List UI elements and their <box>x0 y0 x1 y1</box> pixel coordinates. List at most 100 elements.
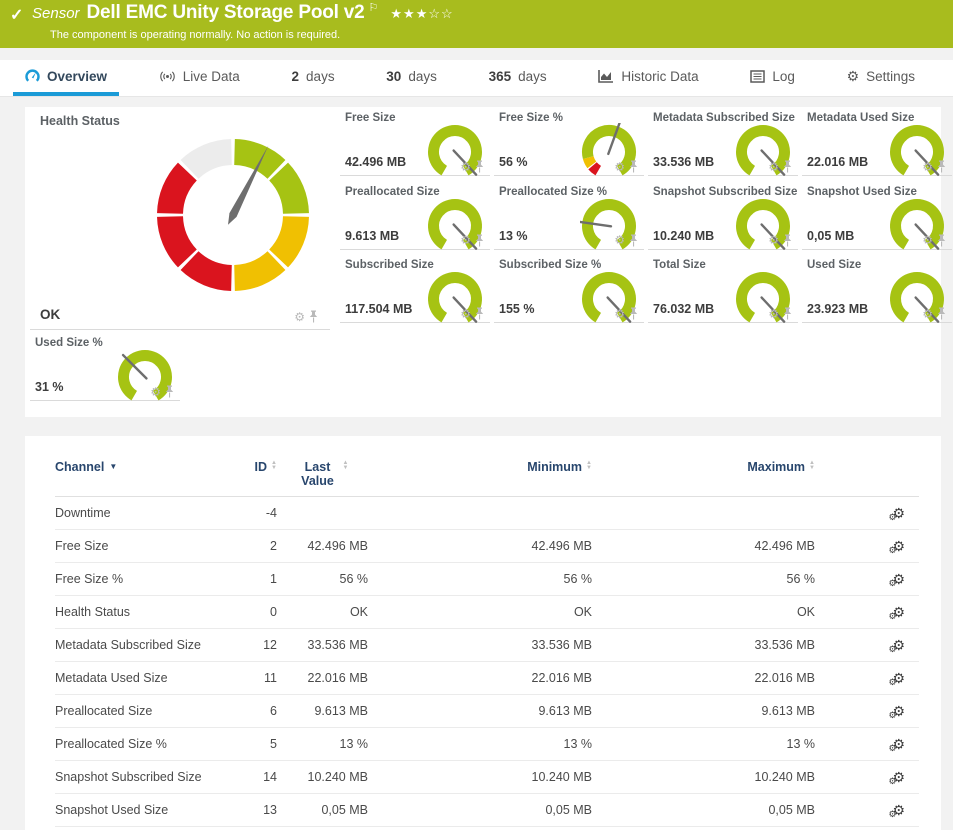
tile-actions: ⚙ <box>294 310 318 323</box>
gear-icon[interactable]: ⚙ <box>614 308 625 320</box>
tab-live-data[interactable]: Live Data <box>147 60 252 96</box>
pin-icon[interactable] <box>937 160 946 173</box>
favorite-stars[interactable]: ★★★☆☆ <box>390 6 453 22</box>
gauge-tile-label: Subscribed Size <box>345 259 434 271</box>
gear-icon[interactable]: ⚙ <box>294 311 305 323</box>
tab-label: days <box>306 69 335 84</box>
tab-label: Log <box>772 69 795 84</box>
priority-flag-icon[interactable]: ⚐ <box>369 1 379 14</box>
gear-icon[interactable]: ⚙ <box>460 161 471 173</box>
gauge-tile-label: Used Size % <box>35 337 103 349</box>
gear-icon[interactable]: ⚙ <box>922 161 933 173</box>
tab-historic-data[interactable]: Historic Data <box>586 60 710 96</box>
table-row: Free Size %156 %56 %56 %⚙⚙ <box>55 563 919 596</box>
tab-30-days[interactable]: 30days <box>374 60 449 96</box>
gear-icon[interactable]: ⚙ <box>768 161 779 173</box>
table-row: Metadata Used Size1122.016 MB22.016 MB22… <box>55 662 919 695</box>
channel-minimum: OK <box>368 605 592 619</box>
pin-icon[interactable] <box>475 234 484 247</box>
pin-icon[interactable] <box>629 307 638 320</box>
pin-icon[interactable] <box>937 234 946 247</box>
pin-icon[interactable] <box>783 160 792 173</box>
channel-name: Downtime <box>55 506 235 520</box>
gauge-tile-value: 13 % <box>499 229 528 243</box>
col-header-channel[interactable]: Channel▼ <box>55 456 235 474</box>
gauge-tile-value: 23.923 MB <box>807 302 868 316</box>
gear-icon[interactable]: ⚙ <box>922 308 933 320</box>
tab-overview[interactable]: Overview <box>13 60 119 96</box>
gear-icon[interactable]: ⚙ <box>768 308 779 320</box>
log-icon <box>750 70 765 83</box>
gear-icon[interactable]: ⚙ <box>614 161 625 173</box>
gauge-tile-value: 56 % <box>499 155 528 169</box>
channel-settings-icon[interactable]: ⚙⚙ <box>892 737 905 751</box>
pin-icon[interactable] <box>783 234 792 247</box>
channel-last-value: 0,05 MB <box>277 803 368 817</box>
tile-actions: ⚙ <box>460 160 484 173</box>
tab-365-days[interactable]: 365days <box>477 60 559 96</box>
channel-settings-icon[interactable]: ⚙⚙ <box>892 572 905 586</box>
tile-actions: ⚙ <box>922 160 946 173</box>
gear-icon[interactable]: ⚙ <box>922 234 933 246</box>
col-header-maximum[interactable]: Maximum▲▼ <box>592 456 815 474</box>
channel-last-value: 10.240 MB <box>277 770 368 784</box>
tile-actions: ⚙ <box>922 234 946 247</box>
tab-log[interactable]: Log <box>738 60 807 96</box>
table-row: Preallocated Size69.613 MB9.613 MB9.613 … <box>55 695 919 728</box>
table-row: Downtime-4⚙⚙ <box>55 497 919 530</box>
historic-data-icon <box>598 69 614 83</box>
tab-2-days[interactable]: 2days <box>280 60 347 96</box>
tab-settings[interactable]: ⚙Settings <box>835 60 927 96</box>
stars-filled[interactable]: ★★★ <box>390 6 428 21</box>
stars-empty[interactable]: ☆☆ <box>428 6 453 21</box>
pin-icon[interactable] <box>937 307 946 320</box>
pin-icon[interactable] <box>475 307 484 320</box>
channel-maximum: 10.240 MB <box>592 770 815 784</box>
channel-maximum: 0,05 MB <box>592 803 815 817</box>
pin-icon[interactable] <box>309 310 318 323</box>
tile-actions: ⚙ <box>150 385 174 398</box>
status-check-icon: ✓ <box>10 5 23 25</box>
pin-icon[interactable] <box>629 234 638 247</box>
channel-minimum: 13 % <box>368 737 592 751</box>
channel-settings-icon[interactable]: ⚙⚙ <box>892 671 905 685</box>
tab-label: Settings <box>866 69 915 84</box>
tab-label: Historic Data <box>621 69 698 84</box>
channel-settings-icon[interactable]: ⚙⚙ <box>892 506 905 520</box>
sensor-banner: ✓ Sensor Dell EMC Unity Storage Pool v2 … <box>0 0 953 48</box>
channel-minimum: 0,05 MB <box>368 803 592 817</box>
channel-settings-icon[interactable]: ⚙⚙ <box>892 704 905 718</box>
pin-icon[interactable] <box>165 385 174 398</box>
tile-actions: ⚙ <box>614 307 638 320</box>
sensor-kicker: Sensor <box>32 5 80 22</box>
gauge-tile-value: 31 % <box>35 380 64 394</box>
col-header-id[interactable]: ID▲▼ <box>235 456 277 474</box>
gear-icon[interactable]: ⚙ <box>460 308 471 320</box>
health-status-tile: Health StatusOK⚙ <box>30 107 330 330</box>
pin-icon[interactable] <box>475 160 484 173</box>
gear-icon[interactable]: ⚙ <box>150 386 161 398</box>
gear-icon[interactable]: ⚙ <box>768 234 779 246</box>
health-status-value: OK <box>40 307 60 322</box>
gauge-tile-value: 9.613 MB <box>345 229 399 243</box>
channel-minimum: 42.496 MB <box>368 539 592 553</box>
gear-icon[interactable]: ⚙ <box>460 234 471 246</box>
channel-settings-icon[interactable]: ⚙⚙ <box>892 539 905 553</box>
gear-icon[interactable]: ⚙ <box>614 234 625 246</box>
sort-icon: ▲▼ <box>343 461 349 471</box>
channel-settings-icon[interactable]: ⚙⚙ <box>892 770 905 784</box>
channel-settings-icon[interactable]: ⚙⚙ <box>892 638 905 652</box>
channel-settings-icon[interactable]: ⚙⚙ <box>892 605 905 619</box>
col-header-minimum[interactable]: Minimum▲▼ <box>368 456 592 474</box>
pin-icon[interactable] <box>783 307 792 320</box>
col-header-last-value[interactable]: Last Value▲▼ <box>277 456 368 488</box>
sort-icon: ▲▼ <box>809 461 815 471</box>
channel-maximum: 13 % <box>592 737 815 751</box>
channel-settings-icon[interactable]: ⚙⚙ <box>892 803 905 817</box>
channel-minimum: 9.613 MB <box>368 704 592 718</box>
gauge-tile-value: 117.504 MB <box>345 302 412 316</box>
gauge-tile: Used Size23.923 MB⚙ <box>802 254 952 323</box>
channel-maximum: 9.613 MB <box>592 704 815 718</box>
pin-icon[interactable] <box>629 160 638 173</box>
channel-last-value: 33.536 MB <box>277 638 368 652</box>
